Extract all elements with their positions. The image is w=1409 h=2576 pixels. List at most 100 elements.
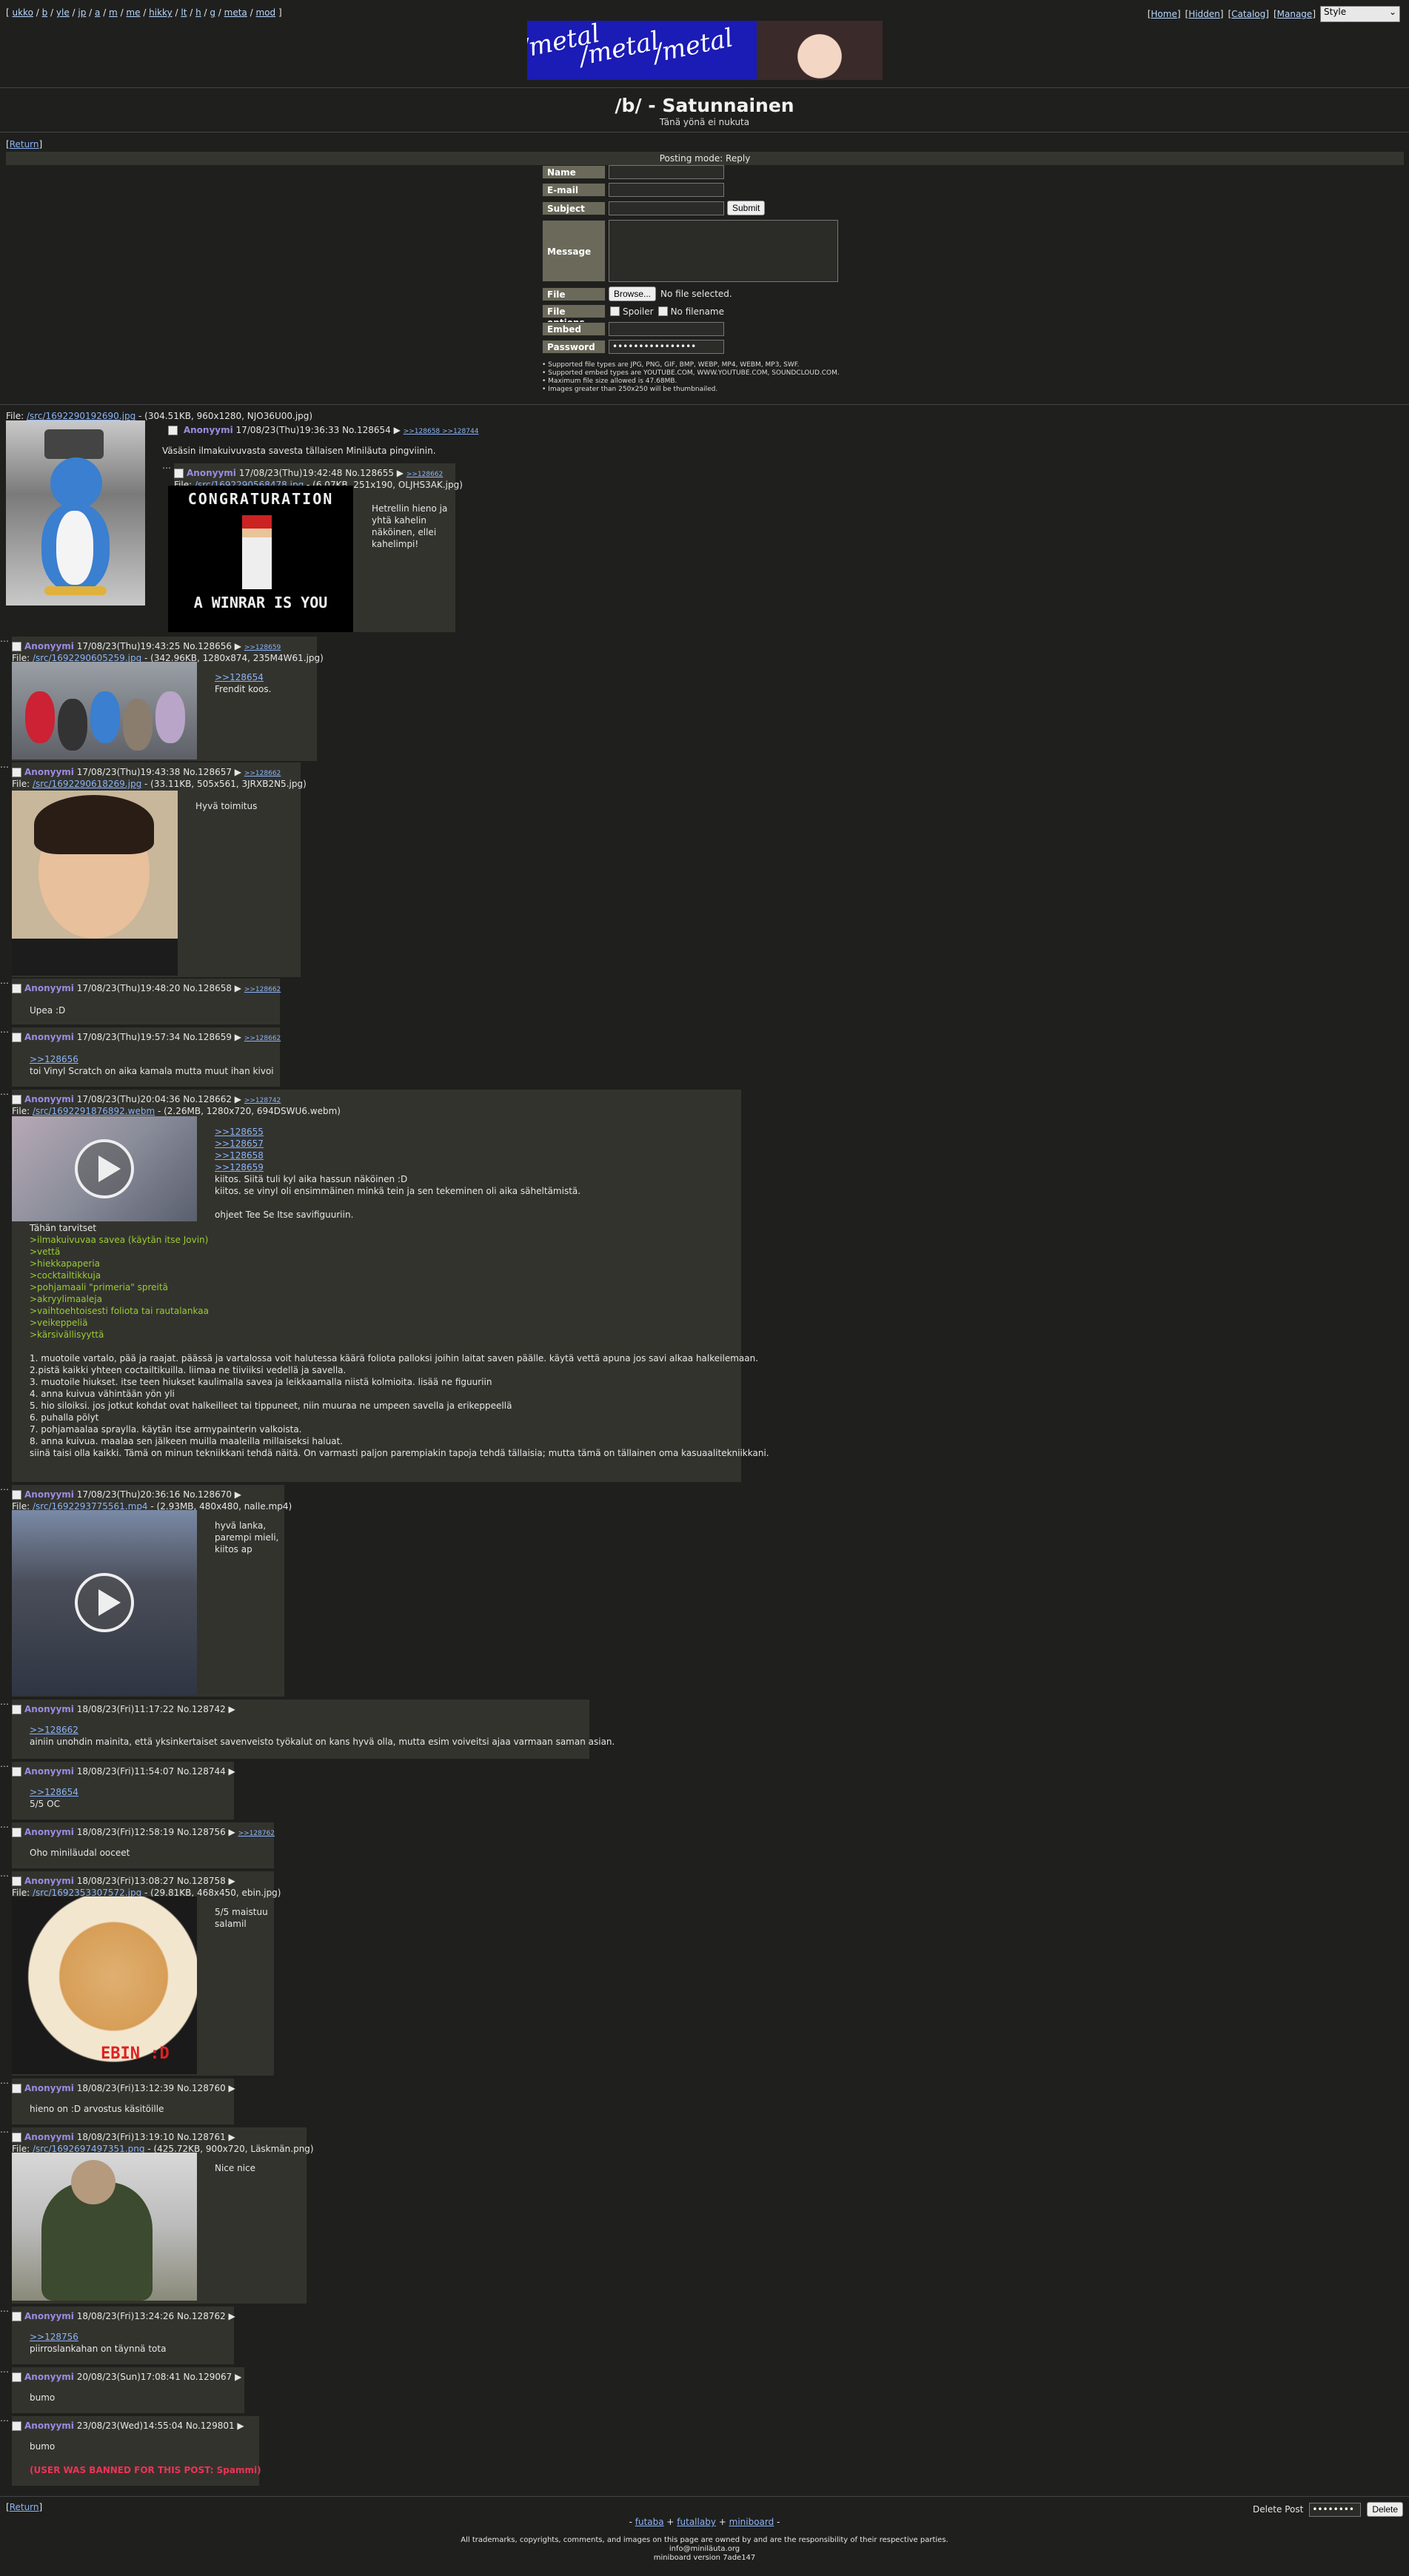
- delete-button[interactable]: Delete: [1367, 2502, 1403, 2517]
- op-file-link[interactable]: /src/1692290192690.jpg: [27, 411, 135, 421]
- reply-menu-arrow[interactable]: ▶: [226, 2132, 235, 2142]
- reply-post-number[interactable]: No.128758: [177, 1876, 226, 1886]
- reply-post-number[interactable]: No.128657: [183, 767, 232, 777]
- reply-post-number[interactable]: No.128670: [183, 1489, 232, 1500]
- reply-select-checkbox[interactable]: [12, 2312, 21, 2321]
- password-field[interactable]: ••••••••••••••••: [609, 340, 724, 354]
- miniboard-link[interactable]: miniboard: [729, 2517, 774, 2527]
- reply-post-number[interactable]: No.128662: [183, 1094, 232, 1104]
- no-filename-checkbox[interactable]: [657, 306, 668, 316]
- board-link-hikky[interactable]: hikky: [149, 7, 173, 18]
- reply-menu-arrow[interactable]: ▶: [226, 1876, 235, 1886]
- reply-post-number[interactable]: No.128756: [177, 1827, 226, 1837]
- reply-backlinks[interactable]: >>128662: [244, 770, 281, 777]
- reply-menu-arrow[interactable]: ▶: [232, 767, 244, 777]
- reply-quote-link[interactable]: >>128654: [215, 672, 264, 682]
- reply-menu-arrow[interactable]: ▶: [226, 2083, 235, 2093]
- reply-select-checkbox[interactable]: [12, 1876, 21, 1886]
- board-link-ukko[interactable]: ukko: [13, 7, 33, 18]
- post-thumbnail[interactable]: [12, 662, 197, 759]
- reply-quote-link[interactable]: >>128657: [215, 1138, 264, 1149]
- play-icon[interactable]: [75, 1139, 134, 1198]
- reply-select-checkbox[interactable]: [12, 2372, 21, 2382]
- play-icon[interactable]: [75, 1573, 134, 1632]
- reply-quote-link[interactable]: >>128654: [30, 1787, 78, 1797]
- reply-post-number[interactable]: No.128744: [177, 1766, 226, 1777]
- reply-backlinks[interactable]: >>128662: [406, 471, 443, 478]
- reply-post-number[interactable]: No.128659: [183, 1032, 232, 1042]
- reply-menu-arrow[interactable]: ▶: [226, 2311, 235, 2321]
- reply-quote-link[interactable]: >>128662: [30, 1725, 78, 1735]
- board-link-meta[interactable]: meta: [224, 7, 247, 18]
- op-menu-arrow[interactable]: ▶: [394, 425, 401, 435]
- reply-post-number[interactable]: No.128655: [345, 468, 394, 478]
- op-select-checkbox[interactable]: [168, 426, 178, 435]
- post-thumbnail[interactable]: EBIN :D: [12, 1896, 197, 2074]
- reply-select-checkbox[interactable]: [12, 642, 21, 651]
- reply-quote-link[interactable]: >>128655: [215, 1127, 264, 1137]
- hidden-link[interactable]: Hidden: [1188, 9, 1220, 19]
- reply-menu-arrow[interactable]: ▶: [226, 1704, 235, 1714]
- reply-backlinks[interactable]: >>128662: [244, 986, 281, 993]
- embed-field[interactable]: [609, 322, 724, 336]
- reply-post-number[interactable]: No.128760: [177, 2083, 226, 2093]
- reply-post-number[interactable]: No.129801: [186, 2421, 235, 2431]
- op-backlinks[interactable]: >>128658 >>128744: [404, 428, 479, 435]
- style-select[interactable]: Style ⌄: [1320, 6, 1400, 22]
- board-link-mod[interactable]: mod: [255, 7, 275, 18]
- reply-post-number[interactable]: No.128658: [183, 983, 232, 993]
- reply-select-checkbox[interactable]: [12, 2084, 21, 2093]
- home-link[interactable]: Home: [1151, 9, 1177, 19]
- reply-menu-arrow[interactable]: ▶: [232, 1032, 244, 1042]
- reply-select-checkbox[interactable]: [12, 984, 21, 993]
- return-link[interactable]: Return: [10, 139, 39, 150]
- browse-button[interactable]: Browse...: [609, 286, 657, 301]
- name-field[interactable]: [609, 165, 724, 179]
- reply-quote-link[interactable]: >>128658: [215, 1150, 264, 1161]
- op-thumbnail[interactable]: [6, 420, 145, 606]
- reply-post-number[interactable]: No.129067: [184, 2372, 232, 2382]
- reply-select-checkbox[interactable]: [12, 2421, 21, 2431]
- post-thumbnail[interactable]: [12, 1116, 197, 1221]
- email-field[interactable]: [609, 183, 724, 197]
- reply-quote-link[interactable]: >>128756: [30, 2332, 78, 2342]
- op-post-number[interactable]: No.128654: [342, 425, 391, 435]
- reply-select-checkbox[interactable]: [12, 1490, 21, 1500]
- reply-quote-link[interactable]: >>128656: [30, 1054, 78, 1064]
- reply-select-checkbox[interactable]: [12, 1828, 21, 1837]
- reply-select-checkbox[interactable]: [12, 768, 21, 777]
- message-field[interactable]: [609, 220, 838, 282]
- reply-select-checkbox[interactable]: [12, 2133, 21, 2142]
- reply-post-number[interactable]: No.128742: [177, 1704, 226, 1714]
- reply-menu-arrow[interactable]: ▶: [394, 468, 406, 478]
- reply-menu-arrow[interactable]: ▶: [232, 1489, 241, 1500]
- submit-button[interactable]: Submit: [727, 201, 766, 215]
- reply-menu-arrow[interactable]: ▶: [232, 983, 244, 993]
- reply-select-checkbox[interactable]: [12, 1767, 21, 1777]
- reply-menu-arrow[interactable]: ▶: [235, 2421, 244, 2431]
- post-thumbnail[interactable]: [12, 1510, 197, 1695]
- futallaby-link[interactable]: futallaby: [677, 2517, 716, 2527]
- reply-menu-arrow[interactable]: ▶: [232, 1094, 244, 1104]
- futaba-link[interactable]: futaba: [635, 2517, 664, 2527]
- board-link-h[interactable]: h: [195, 7, 201, 18]
- board-link-yle[interactable]: yle: [56, 7, 70, 18]
- reply-menu-arrow[interactable]: ▶: [232, 641, 244, 651]
- reply-backlinks[interactable]: >>128659: [244, 644, 281, 651]
- delete-password-field[interactable]: ••••••••: [1309, 2502, 1362, 2517]
- spoiler-checkbox[interactable]: [610, 306, 620, 316]
- reply-menu-arrow[interactable]: ▶: [226, 1827, 238, 1837]
- reply-menu-arrow[interactable]: ▶: [232, 2372, 241, 2382]
- board-link-m[interactable]: m: [109, 7, 118, 18]
- post-thumbnail[interactable]: [12, 2153, 197, 2301]
- return-link[interactable]: Return: [10, 2502, 39, 2512]
- reply-post-number[interactable]: No.128656: [183, 641, 232, 651]
- subject-field[interactable]: [609, 201, 724, 215]
- reply-menu-arrow[interactable]: ▶: [226, 1766, 235, 1777]
- reply-select-checkbox[interactable]: [12, 1033, 21, 1042]
- manage-link[interactable]: Manage: [1277, 9, 1313, 19]
- reply-backlinks[interactable]: >>128662: [244, 1035, 281, 1042]
- reply-backlinks[interactable]: >>128762: [238, 1830, 275, 1837]
- post-thumbnail[interactable]: CONGRATURATION A WINRAR IS YOU: [168, 486, 353, 632]
- board-link-me[interactable]: me: [126, 7, 140, 18]
